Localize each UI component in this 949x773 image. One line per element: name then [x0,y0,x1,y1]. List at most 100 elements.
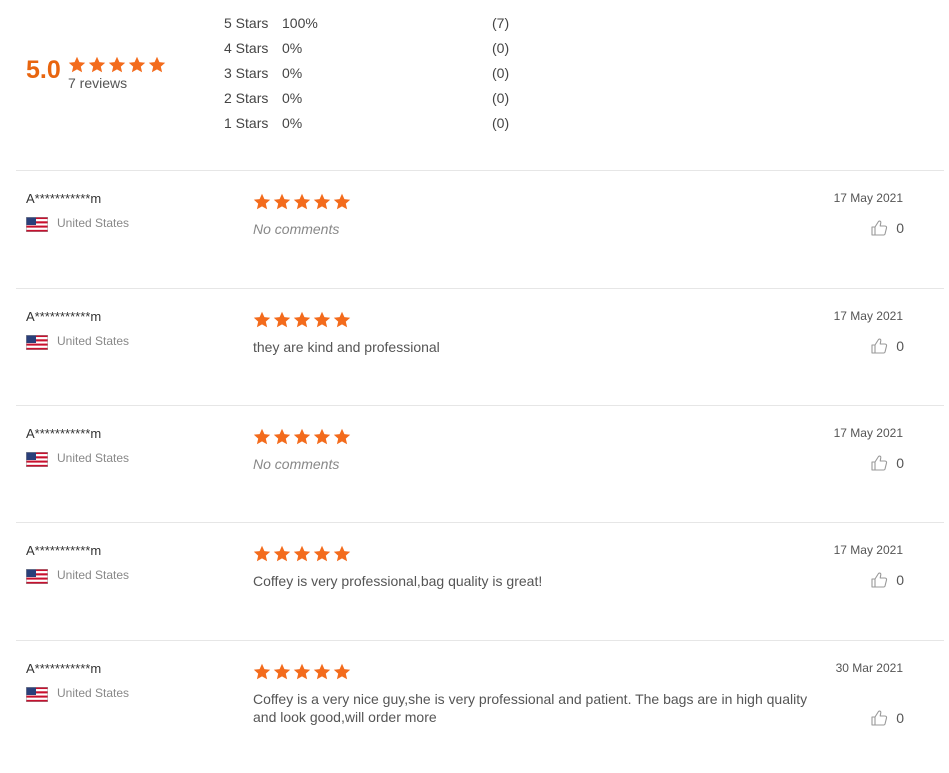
review-comment: No comments [253,221,340,237]
star-icon [253,663,271,680]
star-icon [253,193,271,210]
histogram-count: (0) [492,65,510,81]
us-flag-icon [26,217,48,232]
us-flag-icon [26,687,48,702]
histogram-row-3: 3 Stars 0% (0) [224,65,524,85]
review-date: 30 Mar 2021 [835,661,903,675]
histogram-percent: 0% [282,90,303,106]
like-button[interactable]: 0 [870,219,904,237]
review-item: A***********m United States Coffey is ve… [16,522,944,641]
review-stars [253,545,351,563]
histogram-label: 3 Stars [224,65,269,81]
reviewer-name: A***********m [26,661,102,676]
star-icon [273,545,291,562]
histogram-row-4: 4 Stars 0% (0) [224,40,524,60]
reviewer-country: United States [57,686,130,700]
review-date: 17 May 2021 [833,543,903,557]
histogram-percent: 0% [282,40,303,56]
like-count: 0 [896,572,904,588]
star-icon [293,428,311,445]
reviewer-country: United States [57,568,130,582]
histogram-label: 2 Stars [224,90,269,106]
review-date: 17 May 2021 [833,309,903,323]
star-icon [313,311,331,328]
reviewer-name: A***********m [26,191,102,206]
like-button[interactable]: 0 [870,709,904,727]
histogram-count: (0) [492,40,510,56]
histogram-label: 1 Stars [224,115,269,131]
histogram-row-2: 2 Stars 0% (0) [224,90,524,110]
review-comment: Coffey is very professional,bag quality … [253,573,543,589]
star-icon [253,428,271,445]
star-icon [333,545,351,562]
star-icon [88,56,106,73]
histogram-percent: 0% [282,115,303,131]
histogram-row-5: 5 Stars 100% (7) [224,15,524,35]
like-button[interactable]: 0 [870,454,904,472]
star-icon [273,311,291,328]
star-icon [273,663,291,680]
star-icon [333,193,351,210]
review-item: A***********m United States Coffey is a … [16,640,944,773]
histogram-count: (7) [492,15,510,31]
review-comment: they are kind and professional [253,339,440,355]
review-comment: Coffey is a very nice guy,she is very pr… [253,691,808,725]
star-icon [293,311,311,328]
review-date: 17 May 2021 [833,426,903,440]
star-icon [333,311,351,328]
star-icon [148,56,166,73]
like-button[interactable]: 0 [870,571,904,589]
like-count: 0 [896,710,904,726]
like-count: 0 [896,455,904,471]
histogram-percent: 100% [282,15,318,31]
review-stars [253,428,351,446]
thumbs-up-icon [871,338,888,354]
star-icon [313,428,331,445]
histogram-count: (0) [492,115,510,131]
review-comment: No comments [253,456,340,472]
star-icon [293,545,311,562]
star-icon [313,545,331,562]
star-icon [313,663,331,680]
review-count: 7 reviews [68,75,128,91]
us-flag-icon [26,335,48,350]
histogram-row-1: 1 Stars 0% (0) [224,115,524,135]
reviewer-name: A***********m [26,426,102,441]
thumbs-up-icon [871,220,888,236]
reviewer-country: United States [57,216,130,230]
like-count: 0 [896,338,904,354]
average-stars [68,56,166,74]
us-flag-icon [26,569,48,584]
star-icon [273,193,291,210]
reviewer-name: A***********m [26,309,102,324]
review-item: A***********m United States they are kin… [16,288,944,406]
star-icon [333,663,351,680]
review-date: 17 May 2021 [833,191,903,205]
reviewer-name: A***********m [26,543,102,558]
star-icon [68,56,86,73]
star-icon [108,56,126,73]
histogram-label: 4 Stars [224,40,269,56]
reviewer-country: United States [57,334,130,348]
star-icon [128,56,146,73]
average-rating: 5.0 [26,56,61,84]
star-icon [253,311,271,328]
like-count: 0 [896,220,904,236]
star-icon [253,545,271,562]
review-stars [253,311,351,329]
thumbs-up-icon [871,455,888,471]
us-flag-icon [26,452,48,467]
star-icon [313,193,331,210]
like-button[interactable]: 0 [870,337,904,355]
histogram-percent: 0% [282,65,303,81]
histogram-label: 5 Stars [224,15,269,31]
star-icon [293,193,311,210]
star-icon [273,428,291,445]
histogram-count: (0) [492,90,510,106]
star-icon [333,428,351,445]
thumbs-up-icon [871,710,888,726]
reviewer-country: United States [57,451,130,465]
review-stars [253,193,351,211]
thumbs-up-icon [871,572,888,588]
review-item: A***********m United States No comments … [16,170,944,289]
